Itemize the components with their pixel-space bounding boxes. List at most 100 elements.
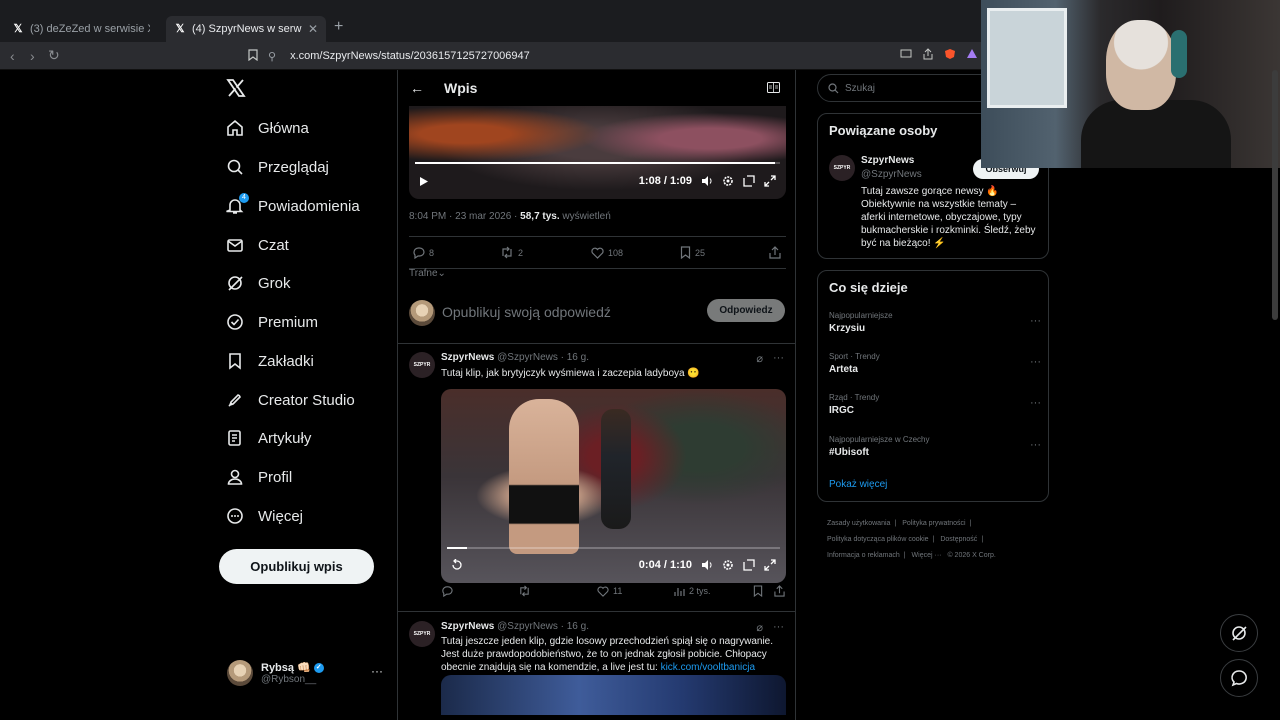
footer-link[interactable]: Polityka prywatności — [902, 520, 965, 527]
volume-icon[interactable] — [701, 175, 713, 187]
share-action[interactable] — [769, 246, 781, 259]
nav-label: Artykuły — [258, 429, 312, 447]
author-name[interactable]: SzpyrNews — [441, 621, 494, 632]
reply-action[interactable]: 8 — [412, 246, 434, 259]
share-icon[interactable] — [774, 585, 785, 597]
more-dots-icon[interactable]: ··· — [1030, 439, 1041, 451]
footer-link[interactable]: Zasady użytkowania — [827, 520, 890, 527]
footer-link[interactable]: Informacja o reklamach — [827, 552, 900, 559]
avatar[interactable]: SZPYR — [829, 155, 855, 181]
grok-icon[interactable]: ⌀ — [756, 352, 763, 365]
trend-category: Najpopularniejsze — [829, 311, 893, 320]
address-bar[interactable]: ⚲ x.com/SzpyrNews/status/203615712572700… — [268, 46, 988, 66]
grok-icon[interactable]: ⌀ — [756, 621, 763, 634]
replay-icon[interactable] — [451, 559, 463, 571]
grok-floating-button[interactable] — [1220, 614, 1258, 652]
webcam-window-bg — [987, 8, 1067, 108]
like-action[interactable]: 11 — [597, 586, 622, 597]
show-more-link[interactable]: Pokaż więcej — [829, 479, 887, 490]
pip-icon[interactable] — [743, 559, 755, 571]
back-arrow-icon[interactable]: ← — [410, 80, 424, 96]
video-player[interactable]: 0:04 / 1:10 — [441, 389, 786, 583]
back-icon[interactable]: ‹ — [10, 48, 15, 64]
page-scrollbar[interactable] — [1272, 70, 1278, 320]
messages-floating-button[interactable] — [1220, 659, 1258, 697]
more-dots-icon[interactable]: ··· — [1030, 356, 1041, 368]
share-icon[interactable] — [922, 48, 934, 60]
tweet-link[interactable]: kick.com/vooltbanicja — [661, 662, 755, 673]
trend-item[interactable]: Najpopularniejsze Krzysiu ··· — [829, 311, 1041, 334]
reply-tweet[interactable]: SZPYR SzpyrNews @SzpyrNews · 16 g. ⌀ ···… — [398, 613, 795, 720]
nav-item-articles[interactable]: Artykuły — [226, 424, 311, 452]
nav-item-profile[interactable]: Profil — [226, 463, 292, 491]
author-name[interactable]: SzpyrNews — [441, 352, 494, 363]
reply-input[interactable]: Opublikuj swoją odpowiedź — [442, 304, 611, 320]
trend-item[interactable]: Rząd · Trendy IRGC ··· — [829, 393, 1041, 416]
reply-button[interactable]: Odpowiedz — [707, 299, 785, 322]
rocket-icon — [226, 391, 244, 409]
brave-shield-icon[interactable] — [944, 48, 956, 60]
related-name[interactable]: SzpyrNews — [861, 155, 914, 166]
more-dots-icon[interactable]: ··· — [773, 621, 784, 634]
avatar — [227, 660, 253, 686]
play-icon[interactable] — [419, 176, 429, 187]
webcam-headphones — [1171, 30, 1187, 78]
nav-item-explore[interactable]: Przeglądaj — [226, 153, 329, 181]
settings-gear-icon[interactable] — [722, 175, 734, 187]
reply-tweet[interactable]: SZPYR SzpyrNews @SzpyrNews · 16 g. ⌀ ···… — [398, 344, 795, 612]
tab-close-icon[interactable]: ✕ — [308, 22, 318, 36]
repost-icon[interactable] — [518, 585, 531, 597]
more-dots-icon[interactable]: ··· — [371, 664, 383, 678]
fullscreen-icon[interactable] — [764, 175, 776, 187]
bookmark-page-icon[interactable] — [248, 49, 258, 61]
nav-label: Czat — [258, 236, 289, 254]
reload-icon[interactable]: ↻ — [48, 47, 60, 64]
post-button[interactable]: Opublikuj wpis — [219, 549, 374, 584]
volume-icon[interactable] — [701, 559, 713, 571]
nav-item-premium[interactable]: Premium — [226, 308, 318, 336]
forward-icon[interactable]: › — [30, 48, 35, 64]
more-dots-icon[interactable]: ··· — [1030, 315, 1041, 327]
avatar[interactable]: SZPYR — [409, 352, 435, 378]
brave-rewards-icon[interactable] — [966, 48, 978, 60]
view-label: wyświetleń — [559, 211, 611, 222]
analytics-icon — [674, 587, 685, 596]
nav-item-more[interactable]: Więcej — [226, 502, 303, 530]
nav-item-notifications[interactable]: 4 Powiadomienia — [226, 192, 360, 220]
account-switcher[interactable]: Rybsą 👊🏻 ✓ @Rybson__ ··· — [227, 660, 387, 686]
avatar[interactable]: SZPYR — [409, 621, 435, 647]
x-logo-icon[interactable] — [226, 78, 246, 98]
footer-link[interactable]: Więcej ··· — [912, 552, 942, 559]
trend-item[interactable]: Sport · Trendy Arteta ··· — [829, 352, 1041, 375]
browser-tab-0[interactable]: 𝕏 (3) deZeZed w serwisie X: „Afera u K — [4, 16, 164, 42]
repost-action[interactable]: 2 — [500, 246, 523, 259]
reply-icon[interactable] — [441, 585, 453, 597]
pip-icon[interactable] — [743, 175, 755, 187]
nav-item-bookmarks[interactable]: Zakładki — [226, 347, 314, 375]
nav-item-home[interactable]: Główna — [226, 114, 309, 142]
trend-item[interactable]: Najpopularniejsze w Czechy #Ubisoft ··· — [829, 435, 1041, 458]
reply-sort-dropdown[interactable]: Trafne⌄ — [409, 268, 446, 279]
site-settings-icon[interactable]: ⚲ — [268, 50, 276, 63]
footer-link[interactable]: Dostępność — [940, 536, 977, 543]
nav-item-creator-studio[interactable]: Creator Studio — [226, 386, 355, 414]
view-count: 58,7 tys. — [520, 211, 560, 222]
new-tab-icon[interactable]: + — [334, 18, 343, 36]
install-app-icon[interactable] — [900, 48, 912, 60]
video-player[interactable]: 1:08 / 1:09 — [409, 106, 786, 199]
browser-tab-1[interactable]: 𝕏 (4) SzpyrNews w serwisie X: „Pol ✕ — [166, 16, 326, 42]
bookmark-action[interactable]: 25 — [680, 246, 705, 259]
settings-gear-icon[interactable] — [722, 559, 734, 571]
views-action[interactable]: 2 tys. — [674, 586, 711, 597]
video-player[interactable] — [441, 675, 786, 715]
more-dots-icon[interactable]: ··· — [1030, 397, 1041, 409]
more-circle-icon — [226, 507, 244, 525]
nav-item-grok[interactable]: Grok — [226, 269, 291, 297]
nav-item-chat[interactable]: Czat — [226, 231, 289, 259]
more-dots-icon[interactable]: ··· — [773, 352, 784, 365]
reader-mode-icon[interactable] — [767, 82, 780, 93]
fullscreen-icon[interactable] — [764, 559, 776, 571]
bookmark-icon[interactable] — [753, 585, 763, 597]
like-action[interactable]: 108 — [591, 247, 623, 259]
footer-link[interactable]: Polityka dotycząca plików cookie — [827, 536, 929, 543]
